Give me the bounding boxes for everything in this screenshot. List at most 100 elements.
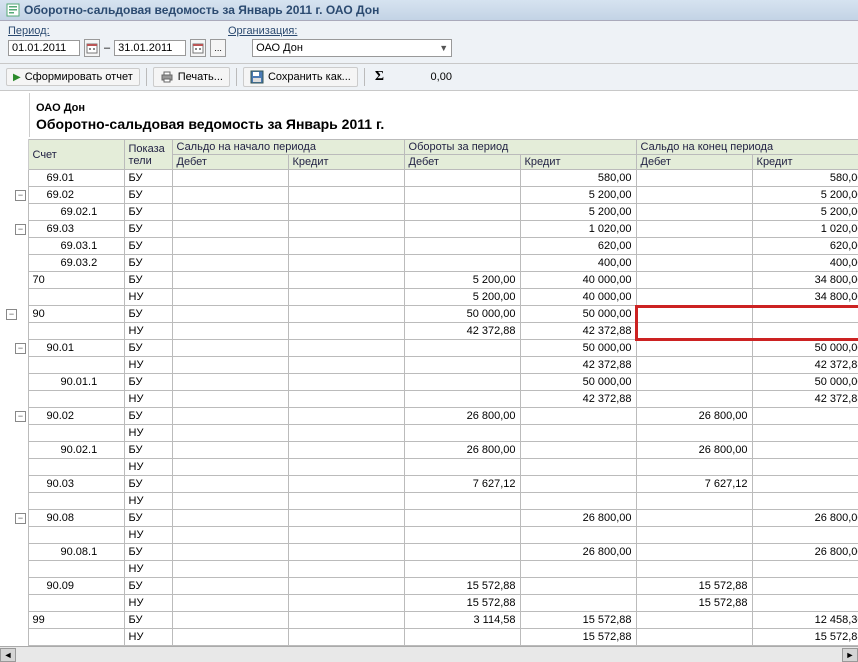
data-cell: [172, 340, 288, 357]
data-cell: [288, 391, 404, 408]
table-row[interactable]: −90.08БУ26 800,0026 800,00: [0, 510, 858, 527]
chevron-down-icon: ▼: [439, 43, 448, 53]
table-row[interactable]: 90.08.1БУ26 800,0026 800,00: [0, 544, 858, 561]
data-cell: [288, 612, 404, 629]
scroll-right-icon[interactable]: ►: [842, 648, 858, 662]
data-cell: [288, 510, 404, 527]
data-cell: БУ: [124, 272, 172, 289]
table-row[interactable]: НУ5 200,0040 000,0034 800,00: [0, 289, 858, 306]
date-from-calendar-icon[interactable]: [84, 39, 100, 57]
diskette-icon: [250, 70, 264, 84]
tree-cell: −: [0, 340, 28, 357]
data-cell: [172, 272, 288, 289]
horizontal-scrollbar[interactable]: ◄ ►: [0, 646, 858, 662]
table-row[interactable]: −90.01БУ50 000,0050 000,00: [0, 340, 858, 357]
data-cell: БУ: [124, 255, 172, 272]
data-cell: 3 114,58: [404, 612, 520, 629]
data-cell: [288, 544, 404, 561]
period-picker-button[interactable]: ...: [210, 39, 226, 57]
table-row[interactable]: 99БУ3 114,5815 572,8812 458,30: [0, 612, 858, 629]
date-to-calendar-icon[interactable]: [190, 39, 206, 57]
col-indicators: Показа тели: [124, 140, 172, 170]
account-cell: 99: [28, 612, 124, 629]
data-cell: [172, 187, 288, 204]
col-turnover: Обороты за период: [404, 140, 636, 155]
account-cell: 90.02: [28, 408, 124, 425]
date-to-input[interactable]: [114, 40, 186, 56]
table-row[interactable]: НУ42 372,8842 372,88: [0, 391, 858, 408]
table-row[interactable]: НУ: [0, 527, 858, 544]
sum-value: 0,00: [392, 71, 452, 83]
table-row[interactable]: 90.09БУ15 572,8815 572,88: [0, 578, 858, 595]
save-as-button[interactable]: Сохранить как...: [243, 67, 358, 87]
scroll-left-icon[interactable]: ◄: [0, 648, 16, 662]
table-row[interactable]: НУ15 572,8815 572,88: [0, 595, 858, 612]
tree-cell: −: [0, 306, 28, 323]
data-cell: [404, 391, 520, 408]
tree-cell: [0, 561, 28, 578]
table-row[interactable]: 90.02.1БУ26 800,0026 800,00: [0, 442, 858, 459]
data-cell: [636, 527, 752, 544]
data-cell: 15 572,88: [752, 629, 858, 646]
data-cell: 50 000,00: [520, 374, 636, 391]
table-row[interactable]: 70БУ5 200,0040 000,0034 800,00: [0, 272, 858, 289]
window-title: Оборотно-сальдовая ведомость за Январь 2…: [24, 3, 379, 17]
table-row[interactable]: НУ: [0, 561, 858, 578]
data-cell: [288, 629, 404, 646]
tree-collapse-button[interactable]: −: [15, 343, 26, 354]
date-from-input[interactable]: [8, 40, 80, 56]
table-row[interactable]: НУ: [0, 425, 858, 442]
table-row[interactable]: НУ: [0, 459, 858, 476]
data-cell: 580,00: [752, 170, 858, 187]
tree-collapse-button[interactable]: −: [15, 224, 26, 235]
data-cell: [520, 476, 636, 493]
tree-cell: [0, 578, 28, 595]
data-cell: [288, 408, 404, 425]
table-row[interactable]: НУ42 372,8842 372,88: [0, 357, 858, 374]
data-cell: [636, 374, 752, 391]
data-cell: [172, 170, 288, 187]
data-cell: 400,00: [520, 255, 636, 272]
form-report-button[interactable]: ▶ Сформировать отчет: [6, 68, 140, 86]
data-cell: [520, 459, 636, 476]
table-row[interactable]: −90.02БУ26 800,0026 800,00: [0, 408, 858, 425]
data-cell: [172, 578, 288, 595]
table-row[interactable]: 90.01.1БУ50 000,0050 000,00: [0, 374, 858, 391]
data-cell: [520, 527, 636, 544]
table-row[interactable]: −69.02БУ5 200,005 200,00: [0, 187, 858, 204]
data-cell: [636, 170, 752, 187]
table-row[interactable]: 69.01БУ580,00580,00: [0, 170, 858, 187]
tree-collapse-button[interactable]: −: [15, 513, 26, 524]
data-cell: БУ: [124, 510, 172, 527]
data-cell: 42 372,88: [520, 323, 636, 340]
data-cell: НУ: [124, 527, 172, 544]
data-cell: [288, 442, 404, 459]
data-cell: 50 000,00: [520, 340, 636, 357]
tree-collapse-button[interactable]: −: [15, 190, 26, 201]
tree-cell: [0, 425, 28, 442]
org-value: ОАО Дон: [256, 42, 303, 54]
data-cell: [404, 510, 520, 527]
account-cell: [28, 289, 124, 306]
data-cell: [172, 595, 288, 612]
table-row[interactable]: 69.03.1БУ620,00620,00: [0, 238, 858, 255]
play-icon: ▶: [13, 72, 21, 83]
tree-collapse-button[interactable]: −: [15, 411, 26, 422]
table-row[interactable]: НУ: [0, 493, 858, 510]
tree-collapse-button[interactable]: −: [6, 309, 17, 320]
org-select[interactable]: ОАО Дон ▼: [252, 39, 452, 57]
print-button[interactable]: Печать...: [153, 67, 230, 87]
tree-cell: [0, 595, 28, 612]
table-row[interactable]: НУ15 572,8815 572,88: [0, 629, 858, 646]
col-ec: Кредит: [752, 155, 858, 170]
table-row[interactable]: −69.03БУ1 020,001 020,00: [0, 221, 858, 238]
col-sc: Кредит: [288, 155, 404, 170]
account-cell: 69.02.1: [28, 204, 124, 221]
table-row[interactable]: 90.03БУ7 627,127 627,12: [0, 476, 858, 493]
table-row[interactable]: 69.02.1БУ5 200,005 200,00: [0, 204, 858, 221]
table-row[interactable]: 69.03.2БУ400,00400,00: [0, 255, 858, 272]
data-cell: БУ: [124, 612, 172, 629]
account-cell: 69.03.2: [28, 255, 124, 272]
data-cell: [752, 459, 858, 476]
data-cell: [172, 425, 288, 442]
